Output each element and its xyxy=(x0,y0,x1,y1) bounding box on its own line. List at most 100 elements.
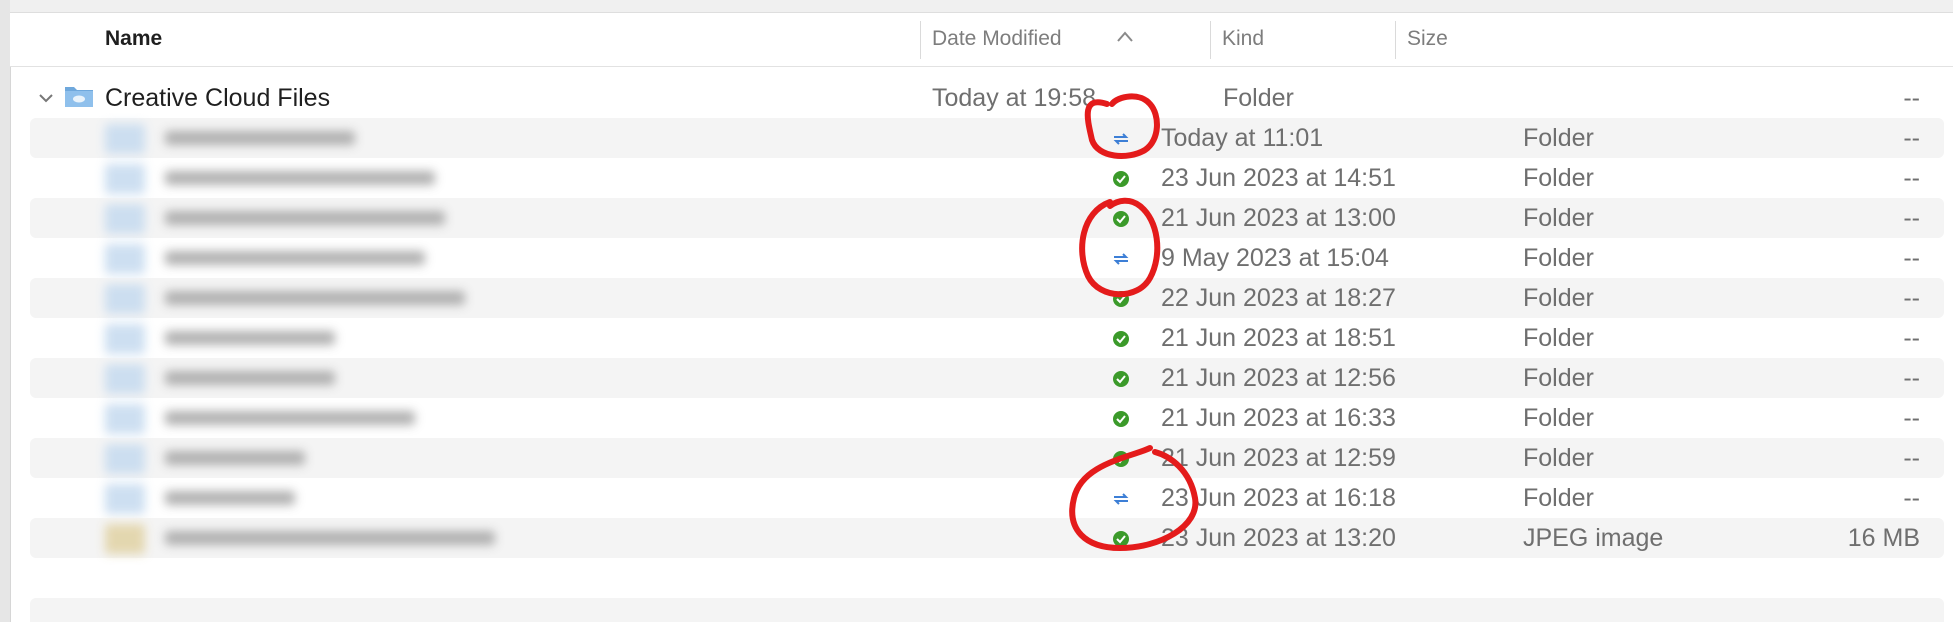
table-row[interactable]: 23 Jun 2023 at 13:20 JPEG image 16 MB xyxy=(30,518,1944,558)
file-icon xyxy=(105,324,145,354)
synced-checkmark-icon xyxy=(1112,450,1130,468)
disclosure-chevron-icon[interactable] xyxy=(38,84,54,110)
synced-checkmark-icon xyxy=(1112,530,1130,548)
column-header-name[interactable]: Name xyxy=(105,27,162,51)
blurred-text xyxy=(165,211,445,225)
file-icon xyxy=(105,284,145,314)
size: -- xyxy=(1903,324,1920,352)
date-modified: 23 Jun 2023 at 16:18 xyxy=(1161,484,1396,512)
table-row[interactable]: 23 Jun 2023 at 16:18 Folder -- xyxy=(30,478,1944,518)
size: -- xyxy=(1903,484,1920,512)
date-modified: 21 Jun 2023 at 12:56 xyxy=(1161,364,1396,392)
synced-checkmark-icon xyxy=(1112,210,1130,228)
blurred-text xyxy=(165,171,435,185)
syncing-arrows-icon xyxy=(1112,130,1130,148)
table-row[interactable]: 21 Jun 2023 at 12:56 Folder -- xyxy=(30,358,1944,398)
date-modified: 9 May 2023 at 15:04 xyxy=(1161,244,1389,272)
syncing-arrows-icon xyxy=(1112,250,1130,268)
kind: Folder xyxy=(1523,404,1594,432)
kind: Folder xyxy=(1523,204,1594,232)
column-header-bar: Name Date Modified Kind Size xyxy=(10,13,1953,67)
kind: Folder xyxy=(1523,164,1594,192)
synced-checkmark-icon xyxy=(1112,370,1130,388)
toolbar-strip xyxy=(10,0,1953,13)
blurred-text xyxy=(165,291,465,305)
synced-checkmark-icon xyxy=(1112,410,1130,428)
blurred-text xyxy=(165,131,355,145)
size: -- xyxy=(1903,164,1920,192)
blurred-item-name xyxy=(85,202,605,236)
kind: Folder xyxy=(1523,124,1594,152)
date-modified: 22 Jun 2023 at 18:27 xyxy=(1161,284,1396,312)
table-row-root-folder[interactable]: Creative Cloud Files Today at 19:58 Fold… xyxy=(30,78,1944,118)
file-icon xyxy=(105,364,145,394)
size: -- xyxy=(1903,364,1920,392)
synced-checkmark-icon xyxy=(1112,330,1130,348)
file-icon xyxy=(105,244,145,274)
date-modified: Today at 19:58 xyxy=(932,84,1097,112)
table-row[interactable]: 21 Jun 2023 at 13:00 Folder -- xyxy=(30,198,1944,238)
blurred-text xyxy=(165,411,415,425)
date-modified: 21 Jun 2023 at 16:33 xyxy=(1161,404,1396,432)
column-header-date-modified[interactable]: Date Modified xyxy=(932,27,1062,51)
blurred-item-name xyxy=(85,322,605,356)
file-icon xyxy=(105,404,145,434)
empty-row xyxy=(30,598,1944,622)
table-row[interactable]: 21 Jun 2023 at 16:33 Folder -- xyxy=(30,398,1944,438)
table-row[interactable]: Today at 11:01 Folder -- xyxy=(30,118,1944,158)
column-divider[interactable] xyxy=(1395,21,1396,59)
kind: JPEG image xyxy=(1523,524,1664,552)
blurred-item-name xyxy=(85,162,605,196)
size: 16 MB xyxy=(1847,524,1920,552)
column-header-size[interactable]: Size xyxy=(1407,27,1448,51)
blurred-text xyxy=(165,251,425,265)
column-divider[interactable] xyxy=(920,21,921,59)
size: -- xyxy=(1903,244,1920,272)
table-row[interactable]: 9 May 2023 at 15:04 Folder -- xyxy=(30,238,1944,278)
blurred-item-name xyxy=(85,522,605,556)
blurred-text xyxy=(165,531,495,545)
kind: Folder xyxy=(1523,284,1594,312)
file-icon xyxy=(105,204,145,234)
file-icon xyxy=(105,524,145,554)
blurred-item-name xyxy=(85,242,605,276)
column-header-kind[interactable]: Kind xyxy=(1222,27,1264,51)
blurred-item-name xyxy=(85,442,605,476)
cloud-folder-icon xyxy=(64,83,94,109)
date-modified: Today at 11:01 xyxy=(1161,124,1324,152)
size: -- xyxy=(1903,404,1920,432)
table-row[interactable]: 21 Jun 2023 at 12:59 Folder -- xyxy=(30,438,1944,478)
date-modified: 23 Jun 2023 at 14:51 xyxy=(1161,164,1396,192)
blurred-text xyxy=(165,331,335,345)
table-row[interactable]: 22 Jun 2023 at 18:27 Folder -- xyxy=(30,278,1944,318)
kind: Folder xyxy=(1523,484,1594,512)
column-divider[interactable] xyxy=(1210,21,1211,59)
size: -- xyxy=(1903,284,1920,312)
synced-checkmark-icon xyxy=(1112,170,1130,188)
kind: Folder xyxy=(1223,84,1294,112)
date-modified: 21 Jun 2023 at 18:51 xyxy=(1161,324,1396,352)
date-modified: 23 Jun 2023 at 13:20 xyxy=(1161,524,1396,552)
sort-ascending-icon[interactable] xyxy=(1116,27,1134,50)
blurred-item-name xyxy=(85,122,605,156)
kind: Folder xyxy=(1523,444,1594,472)
root-folder-name: Creative Cloud Files xyxy=(105,84,331,112)
file-icon xyxy=(105,164,145,194)
blurred-item-name xyxy=(85,482,605,516)
blurred-text xyxy=(165,371,335,385)
kind: Folder xyxy=(1523,324,1594,352)
table-row[interactable]: 21 Jun 2023 at 18:51 Folder -- xyxy=(30,318,1944,358)
date-modified: 21 Jun 2023 at 13:00 xyxy=(1161,204,1396,232)
blurred-item-name xyxy=(85,362,605,396)
blurred-text xyxy=(165,451,305,465)
size: -- xyxy=(1903,124,1920,152)
date-modified: 21 Jun 2023 at 12:59 xyxy=(1161,444,1396,472)
file-icon xyxy=(105,444,145,474)
blurred-item-name xyxy=(85,282,605,316)
blurred-item-name xyxy=(85,402,605,436)
size: -- xyxy=(1903,444,1920,472)
synced-checkmark-icon xyxy=(1112,290,1130,308)
table-row[interactable]: 23 Jun 2023 at 14:51 Folder -- xyxy=(30,158,1944,198)
syncing-arrows-icon xyxy=(1112,490,1130,508)
window-left-edge xyxy=(0,0,11,622)
